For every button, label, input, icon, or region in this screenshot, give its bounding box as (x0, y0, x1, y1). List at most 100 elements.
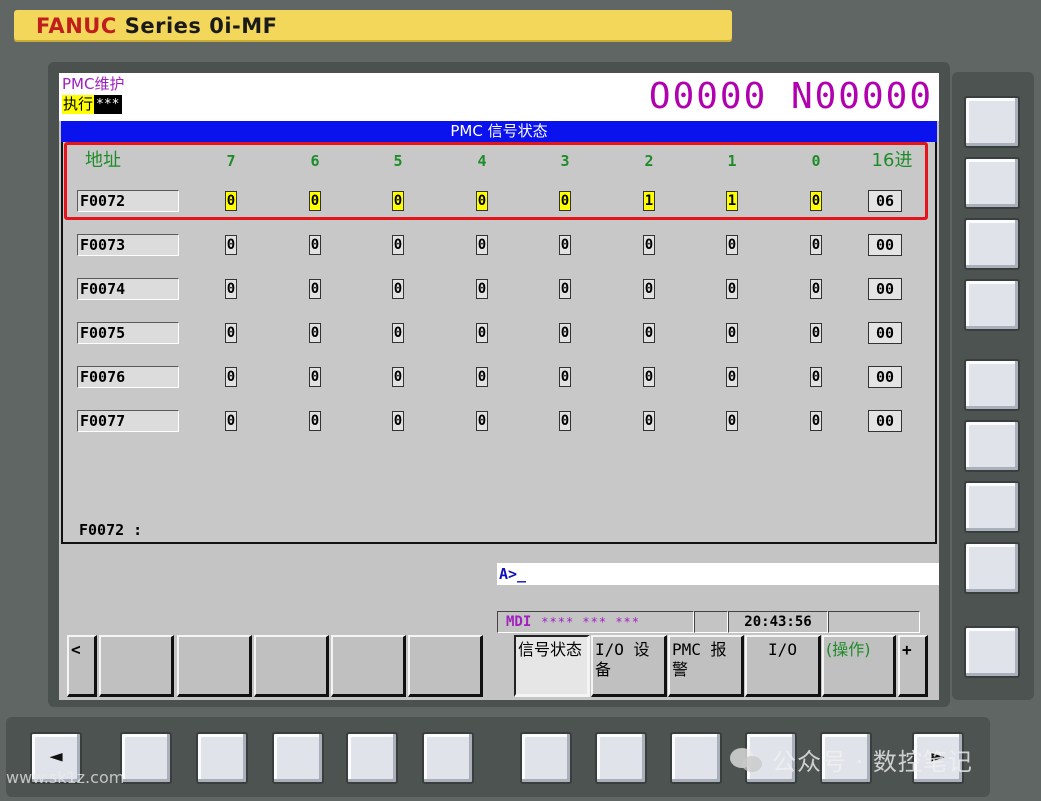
vertical-softkey-3[interactable] (964, 218, 1020, 270)
hard-softkey-5[interactable] (422, 732, 474, 784)
vertical-softkey-8[interactable] (964, 542, 1020, 594)
bit-cell[interactable]: 0 (476, 279, 488, 299)
softkey-blank-3[interactable] (254, 635, 329, 697)
brand-series: Series 0i-MF (124, 14, 278, 38)
bit-cell[interactable]: 0 (643, 323, 655, 343)
bit-cell[interactable]: 0 (225, 411, 237, 431)
hex-value: 00 (868, 410, 902, 432)
vertical-softkey-7[interactable] (964, 481, 1020, 533)
address-field[interactable]: F0077 (77, 410, 179, 432)
bit-cell[interactable]: 0 (225, 323, 237, 343)
softkey-blank-5[interactable] (408, 635, 483, 697)
bit-cell[interactable]: 0 (392, 367, 404, 387)
bit-cell[interactable]: 0 (309, 235, 321, 255)
bit-cell[interactable]: 0 (392, 411, 404, 431)
softkey-blank-2[interactable] (177, 635, 252, 697)
highlight-annotation (64, 142, 928, 220)
bit-cell[interactable]: 0 (309, 279, 321, 299)
bit-cell[interactable]: 0 (392, 235, 404, 255)
address-field[interactable]: F0073 (77, 234, 179, 256)
run-status: *** (94, 95, 122, 114)
vertical-softkey-5[interactable] (964, 359, 1020, 411)
bit-cell[interactable]: 0 (559, 235, 571, 255)
address-field[interactable]: F0074 (77, 278, 179, 300)
softkey-blank-1[interactable] (99, 635, 174, 697)
bit-cell[interactable]: 0 (810, 323, 822, 343)
hex-value: 00 (868, 234, 902, 256)
bit-cell[interactable]: 0 (392, 323, 404, 343)
vertical-softkey-2[interactable] (964, 157, 1020, 209)
bit-cell[interactable]: 0 (476, 235, 488, 255)
watermark-wechat: 公众号 · 数控笔记 (772, 748, 973, 776)
bit-cell[interactable]: 0 (559, 411, 571, 431)
run-state: 执行 *** (62, 95, 122, 114)
softkey-operation[interactable]: (操作) (822, 635, 896, 697)
bit-cell[interactable]: 0 (643, 279, 655, 299)
status-blank (694, 611, 728, 633)
bit-cell[interactable]: 0 (559, 279, 571, 299)
bit-cell[interactable]: 0 (309, 367, 321, 387)
wechat-icon (730, 748, 762, 772)
softkey-io-device[interactable]: I/O 设备 (591, 635, 667, 697)
bit-cell[interactable]: 0 (225, 367, 237, 387)
bit-cell[interactable]: 0 (225, 279, 237, 299)
bit-cell[interactable]: 0 (559, 323, 571, 343)
vertical-softkey-6[interactable] (964, 420, 1020, 472)
screen-label: PMC维护 (62, 75, 125, 93)
softkey-signal-status[interactable]: 信号状态 (514, 635, 590, 697)
bit-cell[interactable]: 0 (726, 411, 738, 431)
hard-softkey-7[interactable] (595, 732, 647, 784)
bit-cell[interactable]: 0 (476, 323, 488, 343)
watermark-site: www.sk1z.com (6, 768, 125, 787)
hard-softkey-8[interactable] (670, 732, 722, 784)
status-stars: **** *** *** (541, 615, 640, 629)
softkey-next[interactable]: + (898, 635, 928, 697)
status-mode: MDI **** *** *** (497, 611, 694, 633)
bit-cell[interactable]: 0 (810, 279, 822, 299)
address-field[interactable]: F0075 (77, 322, 179, 344)
hard-softkey-3[interactable] (272, 732, 324, 784)
bit-cell[interactable]: 0 (559, 367, 571, 387)
softkey-io[interactable]: I/O (745, 635, 821, 697)
run-label: 执行 (62, 95, 95, 114)
cursor-address: F0072 : (79, 521, 143, 539)
bit-cell[interactable]: 0 (726, 323, 738, 343)
bit-cell[interactable]: 0 (726, 235, 738, 255)
bit-cell[interactable]: 0 (309, 411, 321, 431)
softkey-blank-4[interactable] (331, 635, 406, 697)
vertical-softkey-4[interactable] (964, 279, 1020, 331)
softkey-prev[interactable]: < (67, 635, 97, 697)
mode-text: MDI (506, 614, 532, 630)
hard-softkey-4[interactable] (346, 732, 398, 784)
status-blank-end (828, 611, 920, 633)
screen-header: PMC维护 执行 *** O0000 N00000 (59, 73, 939, 121)
status-clock: 20:43:56 (728, 611, 828, 633)
hex-value: 00 (868, 366, 902, 388)
hard-softkey-6[interactable] (520, 732, 572, 784)
bit-cell[interactable]: 0 (476, 367, 488, 387)
vertical-softkey-1[interactable] (964, 96, 1020, 148)
program-number: O0000 N00000 (648, 76, 933, 117)
hex-value: 00 (868, 322, 902, 344)
bit-cell[interactable]: 0 (225, 235, 237, 255)
key-input-line[interactable]: A>_ (497, 563, 939, 585)
hex-value: 00 (868, 278, 902, 300)
bit-cell[interactable]: 0 (726, 367, 738, 387)
brand-strip: FANUC Series 0i-MF (14, 10, 732, 42)
bit-cell[interactable]: 0 (392, 279, 404, 299)
bit-cell[interactable]: 0 (643, 411, 655, 431)
address-field[interactable]: F0076 (77, 366, 179, 388)
bit-cell[interactable]: 0 (643, 235, 655, 255)
bit-cell[interactable]: 0 (643, 367, 655, 387)
bit-cell[interactable]: 0 (726, 279, 738, 299)
bit-cell[interactable]: 0 (810, 367, 822, 387)
bit-cell[interactable]: 0 (810, 235, 822, 255)
bit-cell[interactable]: 0 (309, 323, 321, 343)
bit-cell[interactable]: 0 (476, 411, 488, 431)
softkey-pmc-alarm[interactable]: PMC 报警 (668, 635, 744, 697)
hard-softkey-1[interactable] (120, 732, 172, 784)
hard-softkey-2[interactable] (196, 732, 248, 784)
brand-maker: FANUC (36, 14, 117, 38)
vertical-softkey-9[interactable] (964, 626, 1020, 678)
bit-cell[interactable]: 0 (810, 411, 822, 431)
